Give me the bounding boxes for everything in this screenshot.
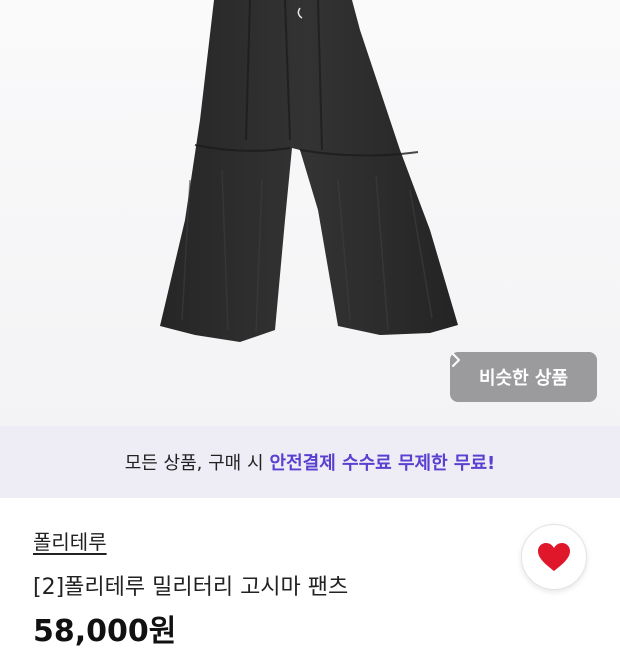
banner-text: 모든 상품, 구매 시 — [124, 453, 264, 474]
similar-products-label: 비슷한 상품 — [478, 368, 569, 389]
like-button[interactable] — [521, 524, 587, 590]
banner-highlight: 안전결제 수수료 무제한 무료! — [269, 453, 496, 474]
chevron-right-icon — [452, 353, 460, 367]
safe-payment-banner[interactable]: 모든 상품, 구매 시 안전결제 수수료 무제한 무료! — [0, 426, 620, 498]
heart-icon — [538, 543, 570, 571]
pants-shape — [160, 0, 458, 342]
product-price: 58,000원 — [33, 614, 177, 649]
brand-link[interactable]: 폴리테루 — [33, 526, 107, 555]
similar-products-button[interactable]: 비슷한 상품 — [450, 352, 597, 402]
product-title: [2]폴리테루 밀리터리 고시마 팬츠 — [33, 575, 349, 600]
product-image[interactable]: 비슷한 상품 — [0, 0, 620, 426]
